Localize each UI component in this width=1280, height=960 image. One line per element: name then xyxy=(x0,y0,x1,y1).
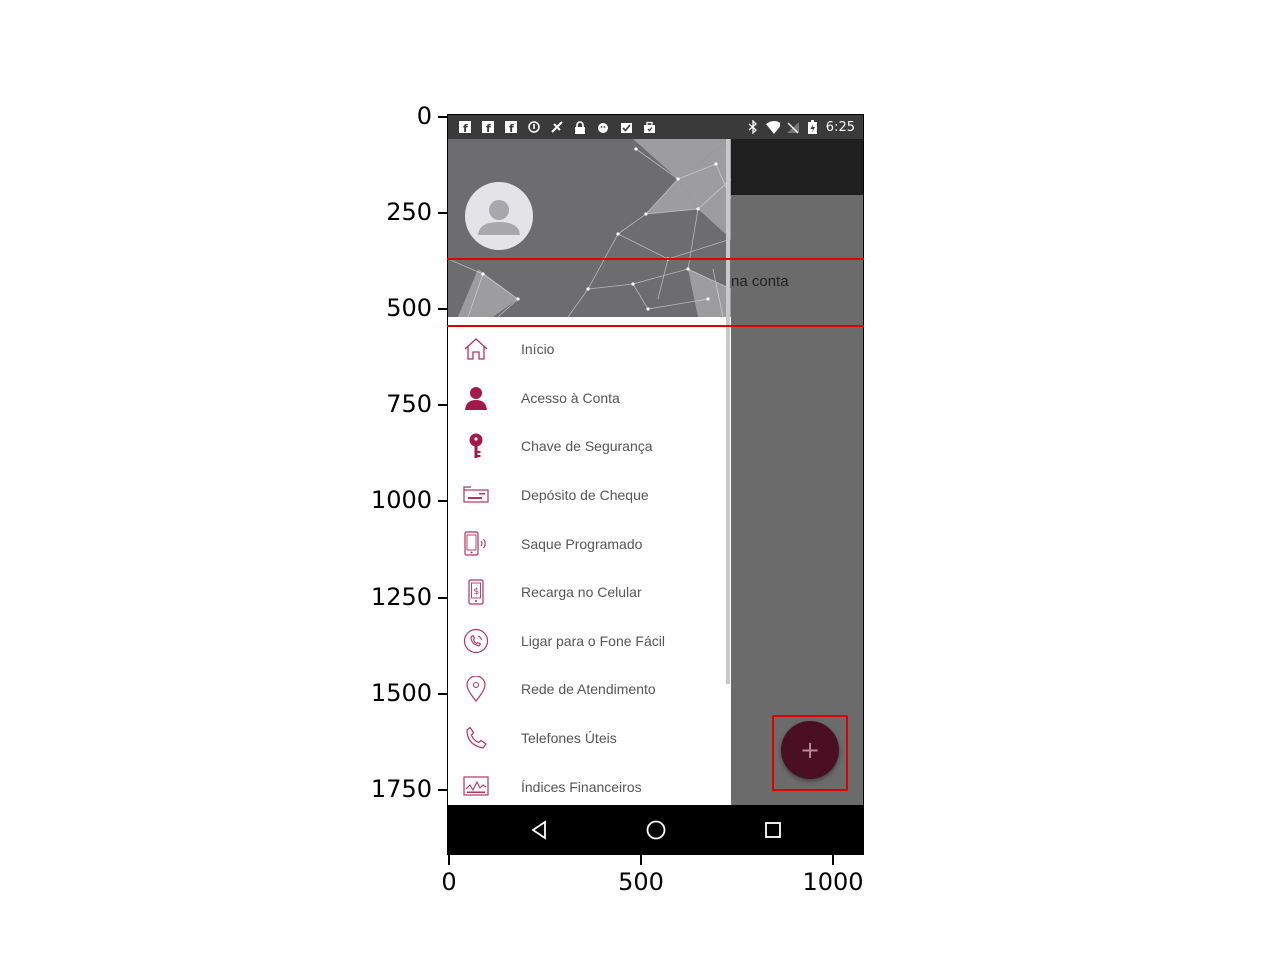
facebook-icon: f xyxy=(481,120,495,134)
map-pin-icon xyxy=(462,675,490,703)
svg-text:f: f xyxy=(463,122,468,133)
y-tick-label: 0 xyxy=(416,102,432,130)
recents-icon[interactable] xyxy=(760,817,786,843)
navigation-bar xyxy=(448,805,863,854)
x-tick-mark xyxy=(448,855,450,865)
menu-item-label: Índices Financeiros xyxy=(521,778,642,795)
y-tick-label: 1250 xyxy=(370,583,432,611)
phone-signal-icon xyxy=(462,530,490,558)
phone-screen: f f f 6:25 na conta + Início Acesso à Co… xyxy=(447,114,864,855)
home-button-icon[interactable] xyxy=(643,817,669,843)
battery-charging-icon xyxy=(806,120,820,134)
svg-text:$: $ xyxy=(474,587,480,597)
menu-item-label: Depósito de Cheque xyxy=(521,487,649,504)
facebook-icon: f xyxy=(458,120,472,134)
home-icon xyxy=(462,335,490,363)
menu-item-label: Ligar para o Fone Fácil xyxy=(521,632,665,649)
menu-item-inicio[interactable]: Início xyxy=(448,325,731,374)
menu-item-label: Telefones Úteis xyxy=(521,730,617,747)
drawer-menu: Início Acesso à Conta Chave de Segurança… xyxy=(448,325,731,805)
no-signal-icon xyxy=(786,120,800,134)
avatar[interactable] xyxy=(465,182,533,250)
satellite-icon xyxy=(550,120,564,134)
fab-highlight-box xyxy=(772,715,848,791)
navigation-drawer: Início Acesso à Conta Chave de Segurança… xyxy=(448,139,731,805)
chart-icon xyxy=(462,773,490,801)
menu-item-label: Início xyxy=(521,341,555,358)
y-tick-label: 1000 xyxy=(370,486,432,514)
menu-item-recarga-celular[interactable]: $ Recarga no Celular xyxy=(448,568,731,617)
x-tick-mark xyxy=(832,855,834,865)
menu-item-acesso-conta[interactable]: Acesso à Conta xyxy=(448,374,731,423)
user-icon xyxy=(462,384,490,412)
y-tick-label: 250 xyxy=(386,198,432,226)
menu-item-label: Chave de Segurança xyxy=(521,438,653,455)
highlight-band xyxy=(447,258,864,327)
svg-text:f: f xyxy=(486,122,491,133)
menu-item-telefones-uteis[interactable]: Telefones Úteis xyxy=(448,714,731,763)
bag-icon xyxy=(642,120,656,134)
y-tick-label: 500 xyxy=(386,294,432,322)
y-tick-label: 1500 xyxy=(370,679,432,707)
menu-item-chave-seguranca[interactable]: Chave de Segurança xyxy=(448,422,731,471)
status-bar: f f f 6:25 xyxy=(448,115,863,139)
menu-item-label: Acesso à Conta xyxy=(521,389,620,406)
x-tick-label: 0 xyxy=(441,868,457,896)
menu-item-deposito-cheque[interactable]: Depósito de Cheque xyxy=(448,471,731,520)
bluetooth-icon xyxy=(746,120,760,134)
y-tick-label: 750 xyxy=(386,390,432,418)
info-icon xyxy=(527,120,541,134)
x-tick-label: 500 xyxy=(618,868,664,896)
mobile-money-icon: $ xyxy=(462,578,490,606)
phone-icon xyxy=(462,724,490,752)
phone-circle-icon xyxy=(462,627,490,655)
status-time: 6:25 xyxy=(825,119,855,135)
cheque-icon xyxy=(462,481,490,509)
menu-item-indices-financeiros[interactable]: Índices Financeiros xyxy=(448,762,731,805)
menu-item-fone-facil[interactable]: Ligar para o Fone Fácil xyxy=(448,617,731,666)
app-bar xyxy=(730,139,863,195)
facebook-icon: f xyxy=(504,120,518,134)
menu-item-label: Recarga no Celular xyxy=(521,584,642,601)
menu-item-saque-programado[interactable]: Saque Programado xyxy=(448,519,731,568)
wifi-icon xyxy=(765,120,780,134)
key-icon xyxy=(462,432,490,460)
x-tick-label: 1000 xyxy=(802,868,864,896)
menu-item-label: Saque Programado xyxy=(521,535,643,552)
user-placeholder-icon xyxy=(478,200,520,235)
svg-text:f: f xyxy=(509,122,514,133)
menu-item-label: Rede de Atendimento xyxy=(521,681,656,698)
back-icon[interactable] xyxy=(526,817,552,843)
menu-item-rede-atendimento[interactable]: Rede de Atendimento xyxy=(448,665,731,714)
y-tick-label: 1750 xyxy=(370,775,432,803)
x-tick-mark xyxy=(640,855,642,865)
clipboard-check-icon xyxy=(619,120,633,134)
android-icon xyxy=(596,120,610,134)
lock-icon xyxy=(573,120,587,134)
